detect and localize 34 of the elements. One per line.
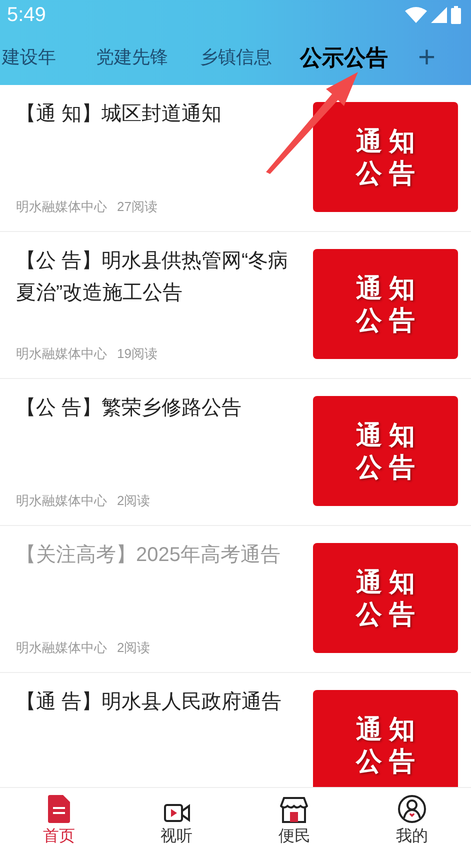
store-icon: [280, 797, 308, 823]
category-tab[interactable]: 公示公告: [300, 41, 388, 74]
article-title[interactable]: 【公 告】繁荣乡修路公告: [16, 392, 300, 424]
view-count: 19阅读: [117, 344, 158, 362]
nav-label: 首页: [42, 827, 75, 847]
article-source: 明水融媒体中心: [16, 638, 107, 656]
nav-label: 我的: [396, 827, 428, 847]
category-tab[interactable]: 党建先锋: [96, 44, 168, 71]
article-title[interactable]: 【通 知】城区封道通知: [16, 98, 300, 130]
battery-icon: [451, 6, 461, 24]
view-count: 2阅读: [117, 638, 150, 656]
notice-thumbnail: 通 知 公 告: [313, 102, 458, 212]
category-tab[interactable]: 建设年: [2, 44, 56, 71]
article-source: 明水融媒体中心: [16, 492, 107, 510]
document-icon: [48, 795, 70, 823]
notice-thumbnail: 通 知 公 告: [313, 396, 458, 506]
user-icon: [398, 795, 426, 823]
article-title[interactable]: 【公 告】明水县供热管网“冬病夏治”改造施工公告: [16, 245, 300, 309]
wifi-icon: [405, 7, 427, 23]
article-source: 明水融媒体中心: [16, 198, 107, 216]
notice-thumbnail: 通 知 公 告: [313, 543, 458, 653]
video-camera-icon: [164, 803, 190, 823]
nav-tab[interactable]: 首页: [0, 788, 118, 849]
nav-label: 视听: [160, 827, 193, 847]
nav-label: 便民: [278, 827, 310, 847]
category-tab[interactable]: 乡镇信息: [200, 44, 272, 71]
article-source: 明水融媒体中心: [16, 344, 107, 362]
article-title[interactable]: 【通 告】明水县人民政府通告: [16, 686, 300, 718]
notice-thumbnail: 通 知 公 告: [313, 249, 458, 359]
nav-tab[interactable]: 视听: [118, 788, 236, 849]
view-count: 27阅读: [117, 198, 158, 216]
view-count: 2阅读: [117, 492, 150, 510]
signal-icon: [431, 7, 447, 23]
status-time: 5:49: [7, 3, 46, 28]
